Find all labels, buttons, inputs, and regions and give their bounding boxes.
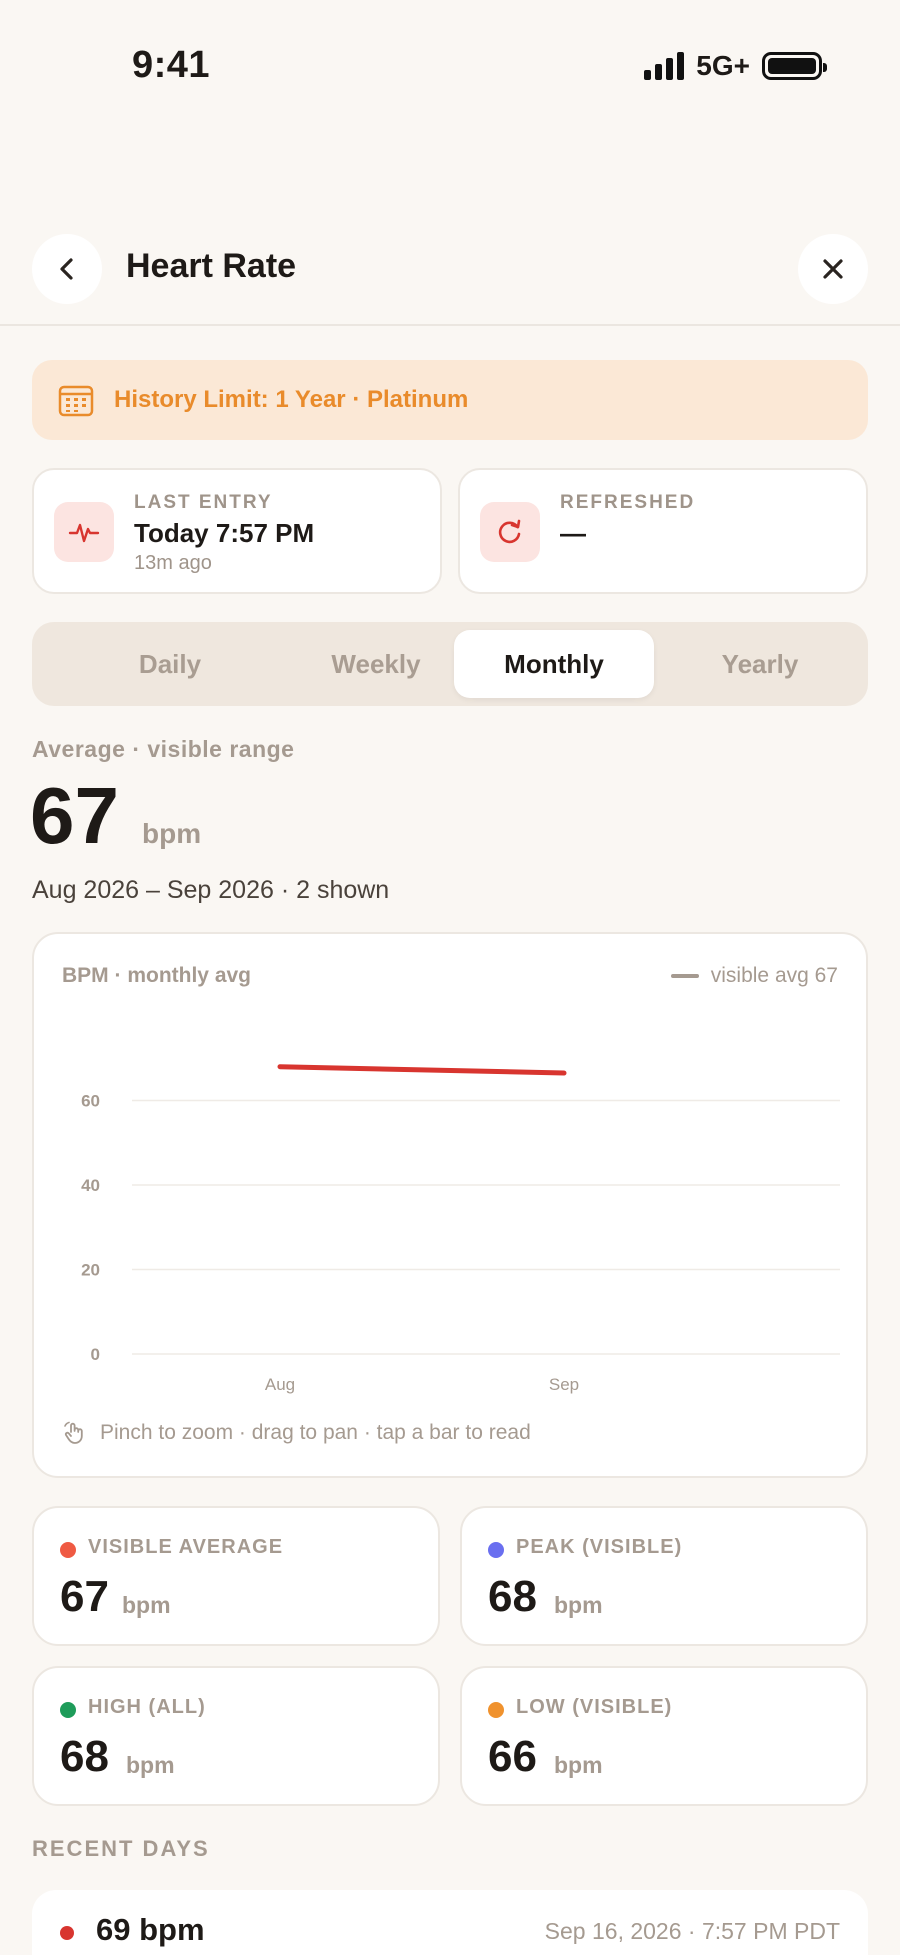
status-time: 9:41 bbox=[132, 44, 211, 86]
recent-days-title: RECENT DAYS bbox=[32, 1836, 210, 1861]
calendar-icon bbox=[58, 385, 94, 417]
recent-bpm: 69 bpm bbox=[96, 1912, 205, 1947]
recent-time: Sep 16, 2026 · 7:57 PM PDT bbox=[544, 1918, 840, 1944]
stat-visible-average: VISIBLE AVERAGE 67 bpm bbox=[32, 1506, 440, 1646]
tab-yearly[interactable]: Yearly bbox=[660, 630, 860, 698]
average-value: 67 bbox=[30, 771, 119, 860]
series-line[interactable] bbox=[277, 1064, 567, 1076]
average-unit: bpm bbox=[142, 818, 202, 849]
stat-value: 68 bbox=[488, 1572, 537, 1621]
chart-legend: visible avg 67 bbox=[670, 964, 838, 988]
chevron-left-icon bbox=[60, 258, 73, 280]
back-button[interactable] bbox=[32, 234, 102, 304]
refreshed-card[interactable]: REFRESHED — bbox=[458, 468, 868, 594]
heart-rate-chart[interactable]: 0 20 40 60 Aug Sep bbox=[34, 934, 870, 1480]
stat-dot bbox=[60, 1542, 76, 1558]
chart-title: BPM · monthly avg bbox=[62, 964, 252, 987]
battery-icon bbox=[762, 52, 827, 80]
stat-dot bbox=[488, 1542, 504, 1558]
stat-value: 66 bbox=[488, 1732, 537, 1781]
heart-pulse-icon bbox=[54, 502, 114, 562]
stat-unit: bpm bbox=[122, 1592, 171, 1618]
stat-high-all: HIGH (ALL) 68 bpm bbox=[32, 1666, 440, 1806]
stat-label: PEAK (VISIBLE) bbox=[516, 1536, 683, 1558]
stat-value: 68 bbox=[60, 1732, 109, 1781]
stat-label: LOW (VISIBLE) bbox=[516, 1696, 673, 1718]
period-tabs: Daily Weekly Monthly Yearly bbox=[32, 622, 868, 706]
stat-label: VISIBLE AVERAGE bbox=[88, 1536, 284, 1558]
stat-low-visible: LOW (VISIBLE) 66 bpm bbox=[460, 1666, 868, 1806]
list-item[interactable]: 69 bpm Sep 16, 2026 · 7:57 PM PDT bbox=[32, 1890, 868, 1955]
banner-text: History Limit: 1 Year · Platinum bbox=[114, 386, 469, 413]
cellular-signal-icon bbox=[644, 52, 685, 80]
nav-bar: Heart Rate bbox=[0, 230, 900, 326]
average-label: Average · visible range bbox=[32, 736, 295, 762]
last-entry-sub: 13m ago bbox=[134, 552, 212, 574]
refresh-icon bbox=[480, 502, 540, 562]
stat-label: HIGH (ALL) bbox=[88, 1696, 206, 1718]
close-button[interactable] bbox=[798, 234, 868, 304]
legend-swatch bbox=[670, 974, 699, 978]
chart-hint-text: Pinch to zoom · drag to pan · tap a bar … bbox=[100, 1421, 531, 1444]
status-bar: 9:41 5G+ bbox=[0, 0, 900, 140]
refreshed-label: REFRESHED bbox=[560, 492, 696, 513]
stat-unit: bpm bbox=[554, 1592, 603, 1618]
page-title: Heart Rate bbox=[126, 247, 297, 285]
last-entry-label: LAST ENTRY bbox=[134, 492, 273, 513]
y-tick-label: 0 bbox=[91, 1345, 100, 1364]
last-entry-value: Today 7:57 PM bbox=[134, 518, 315, 548]
history-limit-banner[interactable]: History Limit: 1 Year · Platinum bbox=[32, 360, 868, 440]
tab-monthly[interactable]: Monthly bbox=[454, 630, 654, 698]
tab-weekly[interactable]: Weekly bbox=[276, 630, 476, 698]
chart-card[interactable]: 0 20 40 60 Aug Sep BPM · monthly avg visible … bbox=[32, 932, 868, 1478]
y-tick-label: 20 bbox=[81, 1261, 100, 1280]
status-indicators: 5G+ bbox=[644, 50, 827, 82]
legend-label: visible avg 67 bbox=[710, 964, 838, 987]
stat-unit: bpm bbox=[554, 1752, 603, 1778]
last-entry-card: LAST ENTRY Today 7:57 PM 13m ago bbox=[32, 468, 442, 594]
network-type: 5G+ bbox=[696, 50, 750, 81]
close-icon bbox=[823, 259, 843, 279]
tab-daily[interactable]: Daily bbox=[70, 630, 270, 698]
stat-peak-visible: PEAK (VISIBLE) 68 bpm bbox=[460, 1506, 868, 1646]
x-tick-label: Aug bbox=[265, 1375, 295, 1394]
chart-hint: Pinch to zoom · drag to pan · tap a bar … bbox=[62, 1420, 531, 1446]
stat-dot bbox=[60, 1702, 76, 1718]
status-dot bbox=[60, 1926, 74, 1940]
y-tick-label: 40 bbox=[81, 1176, 100, 1195]
hand-gesture-icon bbox=[64, 1421, 83, 1444]
x-tick-label: Sep bbox=[549, 1375, 579, 1394]
date-range: Aug 2026 – Sep 2026 · 2 shown bbox=[32, 876, 390, 904]
stat-value: 67 bbox=[60, 1572, 109, 1621]
stat-unit: bpm bbox=[126, 1752, 175, 1778]
refreshed-value: — bbox=[560, 518, 586, 548]
y-tick-label: 60 bbox=[81, 1092, 100, 1111]
stat-dot bbox=[488, 1702, 504, 1718]
